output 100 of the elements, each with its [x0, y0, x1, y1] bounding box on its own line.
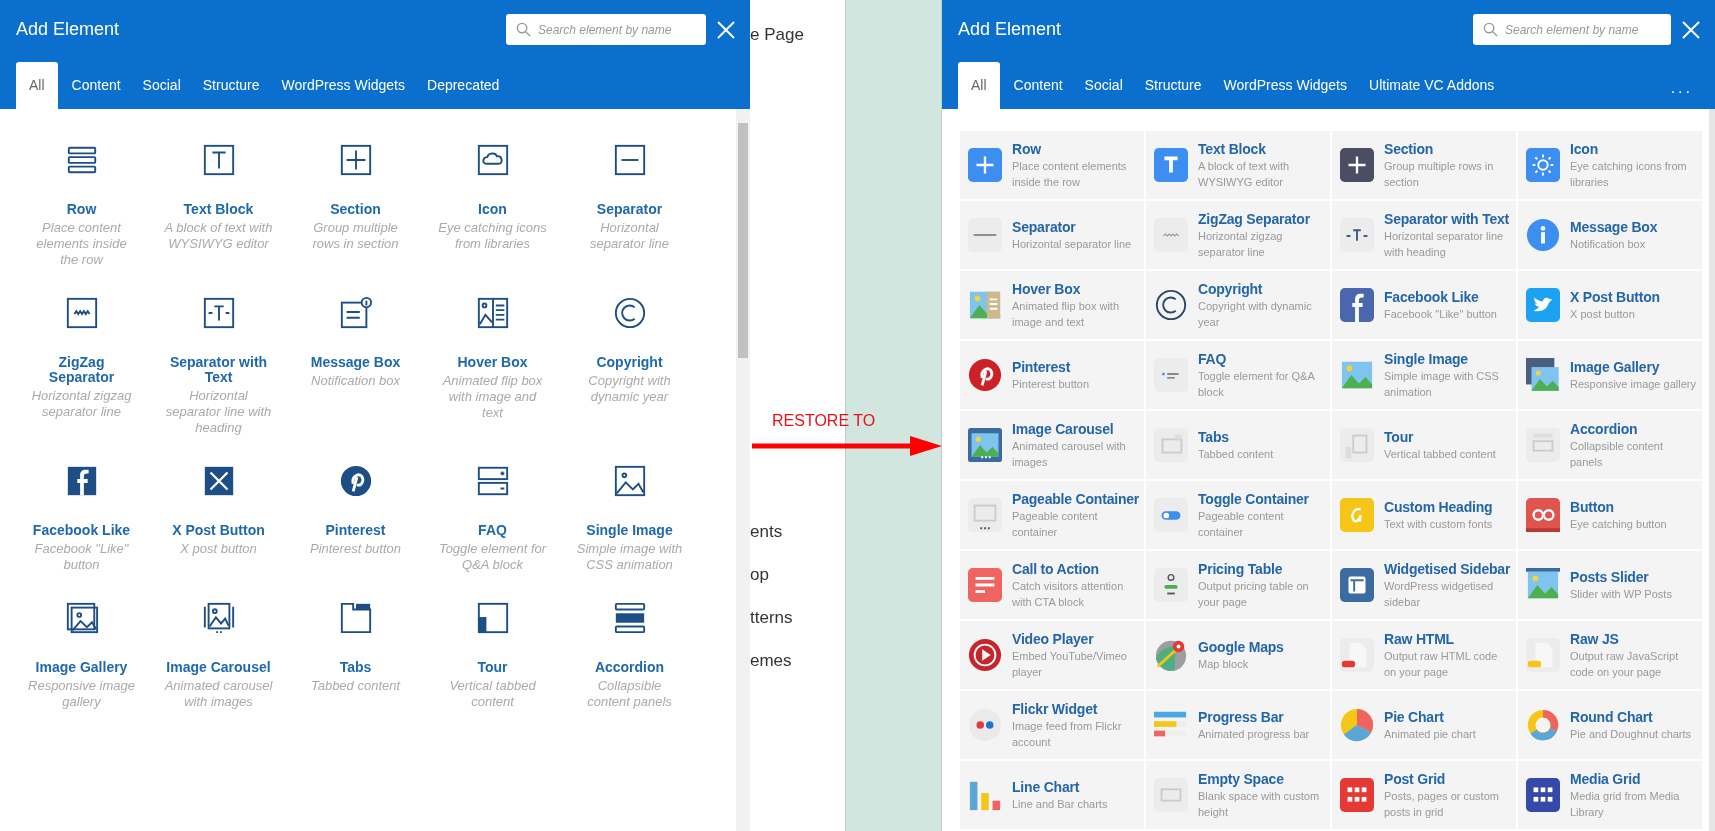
element-name[interactable]: Facebook Like — [32, 523, 131, 538]
element-card[interactable]: Google Maps Map block — [1146, 621, 1330, 689]
cloud-icon[interactable] — [475, 143, 510, 177]
element-name[interactable]: Separator with Text — [164, 355, 273, 385]
tab[interactable]: Deprecated — [416, 62, 511, 109]
element-name[interactable]: Accordion — [594, 660, 665, 675]
text-block-icon[interactable] — [201, 143, 236, 177]
separator-icon[interactable] — [612, 143, 647, 177]
element-card[interactable]: Pricing Table Output pricing table on your page — [1146, 551, 1330, 619]
element-card[interactable]: Copyright Copyright with dynamic year — [1146, 271, 1330, 339]
element-name[interactable]: Row — [66, 202, 97, 217]
tab[interactable]: WordPress Widgets — [1212, 62, 1358, 109]
gallery-icon[interactable] — [64, 601, 99, 635]
folder-tabs-icon[interactable] — [338, 601, 373, 635]
element-card[interactable]: Pie Chart Animated pie chart — [1332, 691, 1516, 759]
element-card[interactable]: Empty Space Blank space with custom height — [1146, 761, 1330, 829]
element-name: Row — [1012, 140, 1042, 158]
tab[interactable]: All — [16, 62, 58, 109]
element-name[interactable]: Pinterest — [325, 523, 386, 538]
element-name[interactable]: Image Carousel — [166, 660, 271, 675]
copyright-icon[interactable] — [612, 296, 647, 330]
element-card[interactable]: Row Place content elements inside the row — [960, 131, 1144, 199]
element-card[interactable]: Raw JS Output raw JavaScript code on your page — [1518, 621, 1702, 689]
element-name[interactable]: X Post Button — [172, 523, 265, 538]
close-icon[interactable] — [716, 19, 736, 40]
element-card[interactable]: Separator with Text Horizontal separator line with heading — [1332, 201, 1516, 269]
element-name[interactable]: Message Box — [310, 355, 401, 370]
section-icon[interactable] — [338, 143, 373, 177]
element-name[interactable]: Icon — [478, 202, 507, 217]
element-card[interactable]: Custom Heading Text with custom fonts — [1332, 481, 1516, 549]
element-card[interactable]: Widgetised Sidebar WordPress widgetised sidebar — [1332, 551, 1516, 619]
element-card[interactable]: Section Group multiple rows in section — [1332, 131, 1516, 199]
element-card[interactable]: Icon Eye catching icons from libraries — [1518, 131, 1702, 199]
element-card[interactable]: Raw HTML Output raw HTML code on your page — [1332, 621, 1516, 689]
tab[interactable]: Structure — [1133, 62, 1213, 109]
element-name[interactable]: Text Block — [183, 202, 254, 217]
element-card[interactable]: FAQ Toggle element for Q&A block — [1146, 341, 1330, 409]
tour-icon[interactable] — [475, 601, 510, 635]
element-card[interactable]: Post Grid Posts, pages or custom posts in grid — [1332, 761, 1516, 829]
element-card[interactable]: ZigZag Separator Horizontal zigzag separator line — [1146, 201, 1330, 269]
carousel-icon[interactable] — [201, 601, 236, 635]
element-card[interactable]: Facebook Like Facebook "Like" button — [1332, 271, 1516, 339]
element-name[interactable]: Hover Box — [457, 355, 528, 370]
element-card[interactable]: Video Player Embed YouTube/Vimeo player — [960, 621, 1144, 689]
element-name: Text Block — [1198, 140, 1267, 158]
element-card[interactable]: X Post Button X post button — [1518, 271, 1702, 339]
element-card[interactable]: Call to Action Catch visitors attention with CTA block — [960, 551, 1144, 619]
element-name[interactable]: FAQ — [478, 523, 507, 538]
close-icon[interactable] — [1681, 19, 1701, 40]
pinterest-icon[interactable] — [338, 464, 373, 498]
element-card[interactable]: Image Gallery Responsive image gallery — [1518, 341, 1702, 409]
element-name[interactable]: ZigZag Separator — [27, 355, 136, 385]
element-name[interactable]: Section — [330, 202, 381, 217]
tab[interactable]: Social — [1073, 62, 1134, 109]
element-card[interactable]: Separator Horizontal separator line — [960, 201, 1144, 269]
tab[interactable]: Content — [60, 62, 132, 109]
element-card[interactable]: Tabs Tabbed content — [1146, 411, 1330, 479]
element-card[interactable]: Tour Vertical tabbed content — [1332, 411, 1516, 479]
element-card[interactable]: Posts Slider Slider with WP Posts — [1518, 551, 1702, 619]
element-name[interactable]: Tabs — [339, 660, 372, 675]
separator-text-icon[interactable] — [201, 296, 236, 330]
image-icon[interactable] — [612, 464, 647, 498]
element-card[interactable]: Accordion Collapsible content panels — [1518, 411, 1702, 479]
hover-box-icon[interactable] — [475, 296, 510, 330]
element-card[interactable]: Flickr Widget Image feed from Flickr account — [960, 691, 1144, 759]
more-button[interactable]: ... — [1648, 79, 1715, 109]
tab[interactable]: Social — [131, 62, 192, 109]
element-card[interactable]: Line Chart Line and Bar charts — [960, 761, 1144, 829]
pie-chart-icon — [1340, 708, 1374, 742]
element-card[interactable]: Hover Box Animated flip box with image and text — [960, 271, 1144, 339]
scrollbar[interactable] — [736, 109, 750, 831]
element-card[interactable]: Toggle Container Pageable content container — [1146, 481, 1330, 549]
tab[interactable]: Structure — [191, 62, 271, 109]
tab[interactable]: WordPress Widgets — [270, 62, 416, 109]
element-card[interactable]: Single Image Simple image with CSS animation — [1332, 341, 1516, 409]
element-card[interactable]: Progress Bar Animated progress bar — [1146, 691, 1330, 759]
element-name[interactable]: Single Image — [586, 523, 673, 538]
tab[interactable]: Content — [1002, 62, 1074, 109]
accordion-icon[interactable] — [612, 601, 647, 635]
element-card[interactable]: Media Grid Media grid from Media Library — [1518, 761, 1702, 829]
element-name[interactable]: Separator — [596, 202, 663, 217]
faq-icon[interactable] — [475, 464, 510, 498]
tab[interactable]: Ultimate VC Addons — [1358, 62, 1506, 109]
element-description: Horizontal separator line with heading — [1384, 228, 1505, 260]
element-name[interactable]: Image Gallery — [35, 660, 128, 675]
scrollbar[interactable] — [1709, 109, 1715, 831]
zigzag-icon[interactable] — [64, 296, 99, 330]
element-card[interactable]: Pageable Container Pageable content container — [960, 481, 1144, 549]
element-card[interactable]: Text Block A block of text with WYSIWYG editor — [1146, 131, 1330, 199]
tab[interactable]: All — [958, 62, 1000, 109]
element-name[interactable]: Copyright — [596, 355, 663, 370]
search-field[interactable]: Search element by name — [1473, 14, 1671, 45]
element-card[interactable]: Button Eye catching button — [1518, 481, 1702, 549]
element-card[interactable]: Message Box Notification box — [1518, 201, 1702, 269]
element-card[interactable]: Pinterest Pinterest button — [960, 341, 1144, 409]
element-card[interactable]: Image Carousel Animated carousel with images — [960, 411, 1144, 479]
message-icon[interactable] — [338, 296, 373, 330]
element-card[interactable]: Round Chart Pie and Doughnut charts — [1518, 691, 1702, 759]
element-name[interactable]: Tour — [477, 660, 508, 675]
search-field[interactable]: Search element by name — [506, 14, 706, 45]
